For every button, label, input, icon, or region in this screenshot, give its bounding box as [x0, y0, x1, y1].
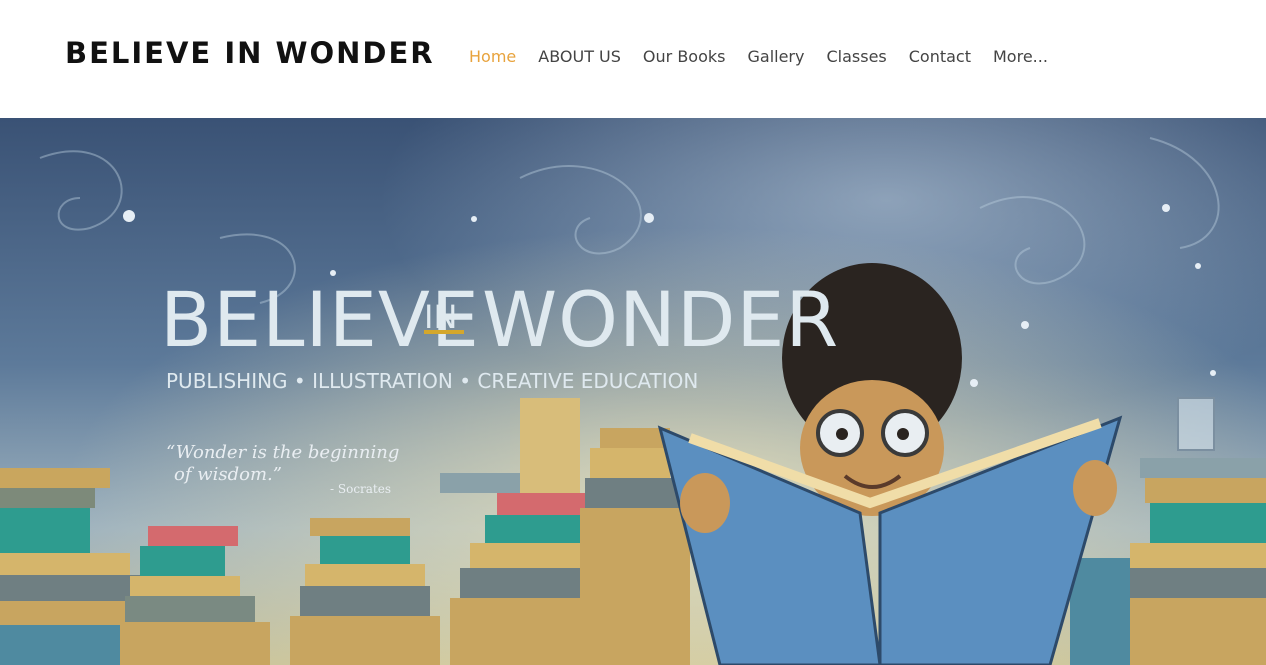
main-nav: Home ABOUT US Our Books Gallery Classes …: [469, 47, 1070, 66]
nav-classes[interactable]: Classes: [826, 47, 886, 66]
glass-icon: [1177, 397, 1215, 451]
nav-home[interactable]: Home: [469, 47, 516, 66]
site-header: BELIEVE IN WONDER Home ABOUT US Our Book…: [0, 0, 1266, 118]
site-title[interactable]: BELIEVE IN WONDER: [65, 36, 435, 70]
nav-contact[interactable]: Contact: [909, 47, 971, 66]
nav-gallery[interactable]: Gallery: [747, 47, 804, 66]
nav-more[interactable]: More...: [993, 47, 1048, 66]
banner-subtitle: PUBLISHING • ILLUSTRATION • CREATIVE EDU…: [166, 369, 698, 393]
quote-line-2: of wisdom.”: [174, 464, 282, 485]
banner-title-wonder: WONDER: [482, 275, 839, 364]
quote-line-1: “Wonder is the beginning: [166, 442, 399, 463]
nav-about-us[interactable]: ABOUT US: [538, 47, 621, 66]
hero-banner: BELIEVE IN WONDER PUBLISHING • ILLUSTRAT…: [0, 118, 1266, 665]
banner-underline: [424, 330, 464, 334]
hero-illustration: BELIEVE IN WONDER PUBLISHING • ILLUSTRAT…: [0, 118, 1266, 665]
nav-our-books[interactable]: Our Books: [643, 47, 726, 66]
quote-author: - Socrates: [330, 482, 391, 496]
